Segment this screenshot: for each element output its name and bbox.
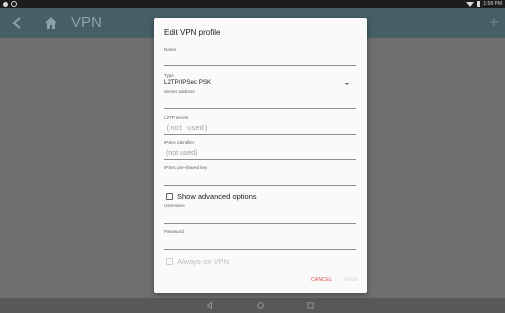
- status-right: 1:58 PM: [466, 0, 502, 8]
- battery-icon: [477, 1, 481, 7]
- always-on-checkbox[interactable]: [166, 258, 173, 265]
- cancel-button[interactable]: CANCEL: [311, 277, 332, 283]
- ipsec-identifier-placeholder: (not used): [166, 150, 198, 157]
- show-advanced-label[interactable]: Show advanced options: [177, 192, 257, 201]
- save-button[interactable]: SAVE: [344, 277, 358, 283]
- wifi-icon: [466, 1, 475, 7]
- l2tp-secret-label: L2TP secret: [164, 115, 189, 120]
- nav-recents-icon[interactable]: [306, 301, 315, 310]
- ipsec-identifier-label: IPSec identifier: [164, 140, 195, 145]
- ipsec-psk-field[interactable]: [164, 185, 356, 186]
- server-address-label: Server address: [164, 89, 195, 94]
- username-label: Username: [164, 203, 185, 208]
- status-bar: 1:58 PM: [0, 0, 505, 8]
- password-field[interactable]: [164, 249, 356, 250]
- navigation-bar: [0, 298, 505, 313]
- always-on-label: Always-on VPN: [177, 257, 230, 266]
- show-advanced-checkbox[interactable]: [166, 193, 173, 200]
- type-select[interactable]: L2TP/IPSec PSK: [164, 79, 211, 86]
- password-label: Password: [164, 229, 184, 234]
- server-address-field[interactable]: [164, 108, 356, 109]
- app-title: VPN: [71, 14, 102, 31]
- l2tp-secret-field[interactable]: [164, 134, 356, 135]
- dialog-title: Edit VPN profile: [164, 28, 221, 37]
- name-field[interactable]: [164, 65, 356, 66]
- screen: 1:58 PM VPN Edit VPN profile Name Type L…: [0, 0, 505, 313]
- ipsec-identifier-field[interactable]: [164, 159, 356, 160]
- username-field[interactable]: [164, 223, 356, 224]
- nav-home-icon[interactable]: [256, 301, 265, 310]
- status-left: [3, 0, 17, 8]
- home-icon[interactable]: [44, 16, 58, 30]
- notification-icon: [3, 1, 8, 7]
- back-arrow-icon[interactable]: [12, 17, 22, 29]
- l2tp-secret-placeholder: (not used): [166, 125, 209, 133]
- type-label: Type: [164, 73, 174, 78]
- dropdown-arrow-icon[interactable]: [345, 83, 349, 85]
- add-icon[interactable]: [489, 17, 499, 27]
- ipsec-psk-label: IPSec pre-shared key: [164, 165, 208, 170]
- nav-back-icon[interactable]: [205, 301, 214, 310]
- sync-icon: [11, 1, 17, 7]
- edit-vpn-dialog: Edit VPN profile Name Type L2TP/IPSec PS…: [154, 18, 367, 293]
- name-label: Name: [164, 47, 177, 52]
- status-time: 1:58 PM: [483, 1, 502, 7]
